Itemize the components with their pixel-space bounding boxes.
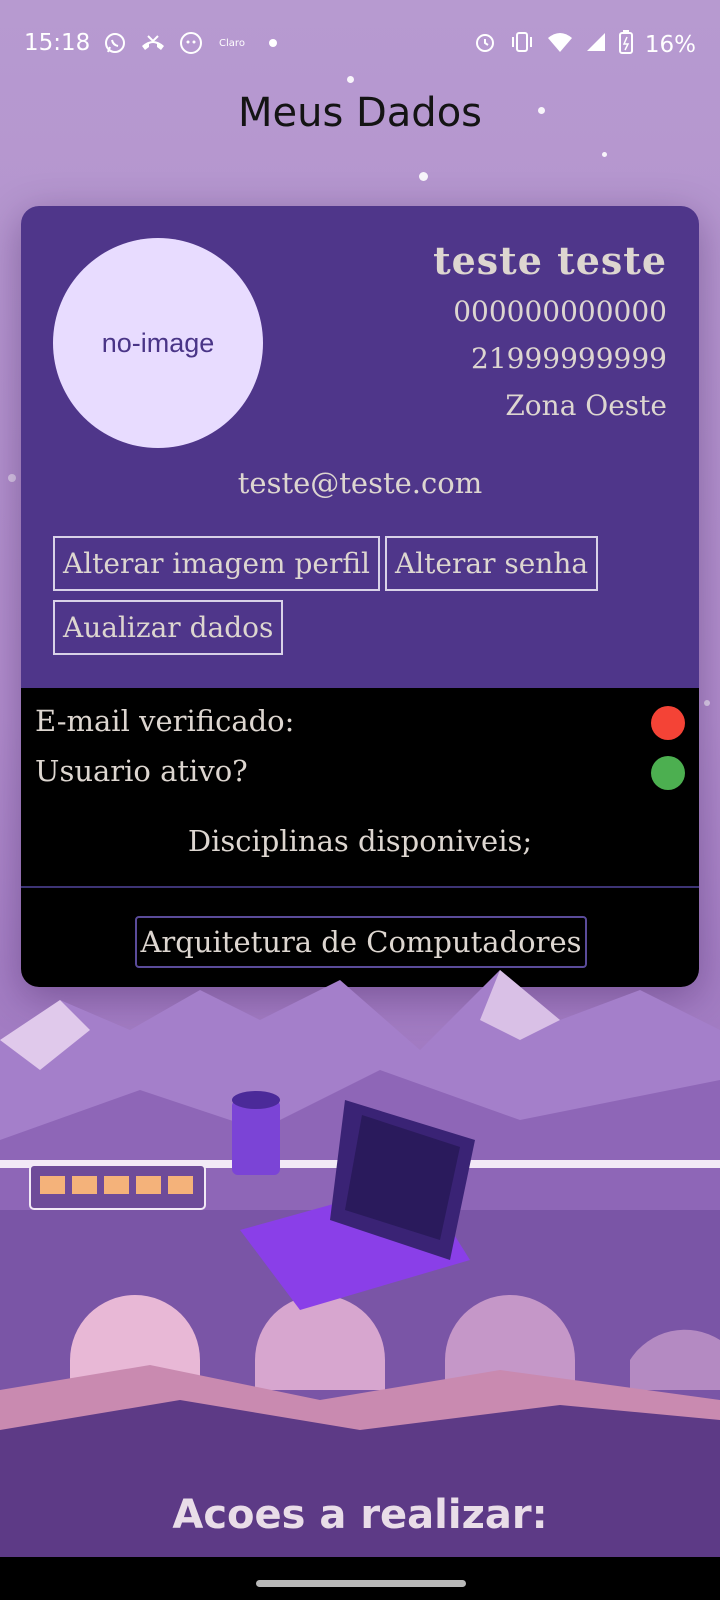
avatar-placeholder-text: no-image (101, 327, 215, 358)
user-phone: 21999999999 (471, 342, 667, 375)
navigation-bar (0, 1557, 720, 1600)
mountain-train-laptop-illustration (0, 970, 720, 1560)
profile-section: no-image teste teste 000000000000 219999… (21, 206, 699, 688)
user-email: teste@teste.com (237, 466, 483, 500)
wifi-icon (547, 31, 573, 59)
dot-icon (260, 30, 286, 56)
claro-icon: Claro (219, 37, 245, 49)
user-info: teste teste 000000000000 21999999999 Zon… (433, 238, 667, 436)
status-time: 15:18 (24, 30, 91, 56)
user-name: teste teste (433, 238, 667, 283)
avatar[interactable]: no-image (53, 238, 263, 448)
signal-icon (585, 31, 607, 59)
email-verified-row: E-mail verificado: (35, 704, 685, 740)
change-profile-image-button[interactable]: Alterar imagem perfil (53, 536, 381, 591)
battery-icon (618, 30, 633, 60)
system-icons: 16% (473, 30, 696, 60)
alarm-icon (473, 30, 497, 60)
cat-app-icon (178, 30, 204, 56)
account-status-section: E-mail verificado: Usuario ativo? Discip… (21, 688, 699, 987)
user-id-number: 000000000000 (453, 295, 667, 328)
user-active-row: Usuario ativo? (35, 754, 685, 790)
email-verified-status-indicator (651, 706, 685, 740)
vibrate-icon (509, 31, 535, 59)
user-region: Zona Oeste (505, 389, 667, 422)
notification-icons: Claro (102, 30, 286, 56)
user-active-label: Usuario ativo? (35, 754, 248, 788)
battery-percent: 16% (644, 32, 696, 58)
divider (21, 886, 699, 888)
change-password-button[interactable]: Alterar senha (385, 536, 599, 591)
update-data-button[interactable]: Aualizar dados (53, 600, 284, 655)
email-verified-label: E-mail verificado: (35, 704, 295, 738)
disciplines-title: Disciplinas disponiveis; (187, 824, 533, 858)
user-active-status-indicator (651, 756, 685, 790)
missed-call-icon (140, 30, 166, 56)
page-title: Meus Dados (237, 90, 483, 136)
status-bar: 15:18 Claro 16% (0, 0, 720, 88)
home-gesture-bar[interactable] (256, 1580, 466, 1587)
whatsapp-icon (102, 30, 128, 56)
profile-card: no-image teste teste 000000000000 219999… (21, 206, 699, 987)
actions-section-title: Acoes a realizar: (172, 1492, 548, 1538)
